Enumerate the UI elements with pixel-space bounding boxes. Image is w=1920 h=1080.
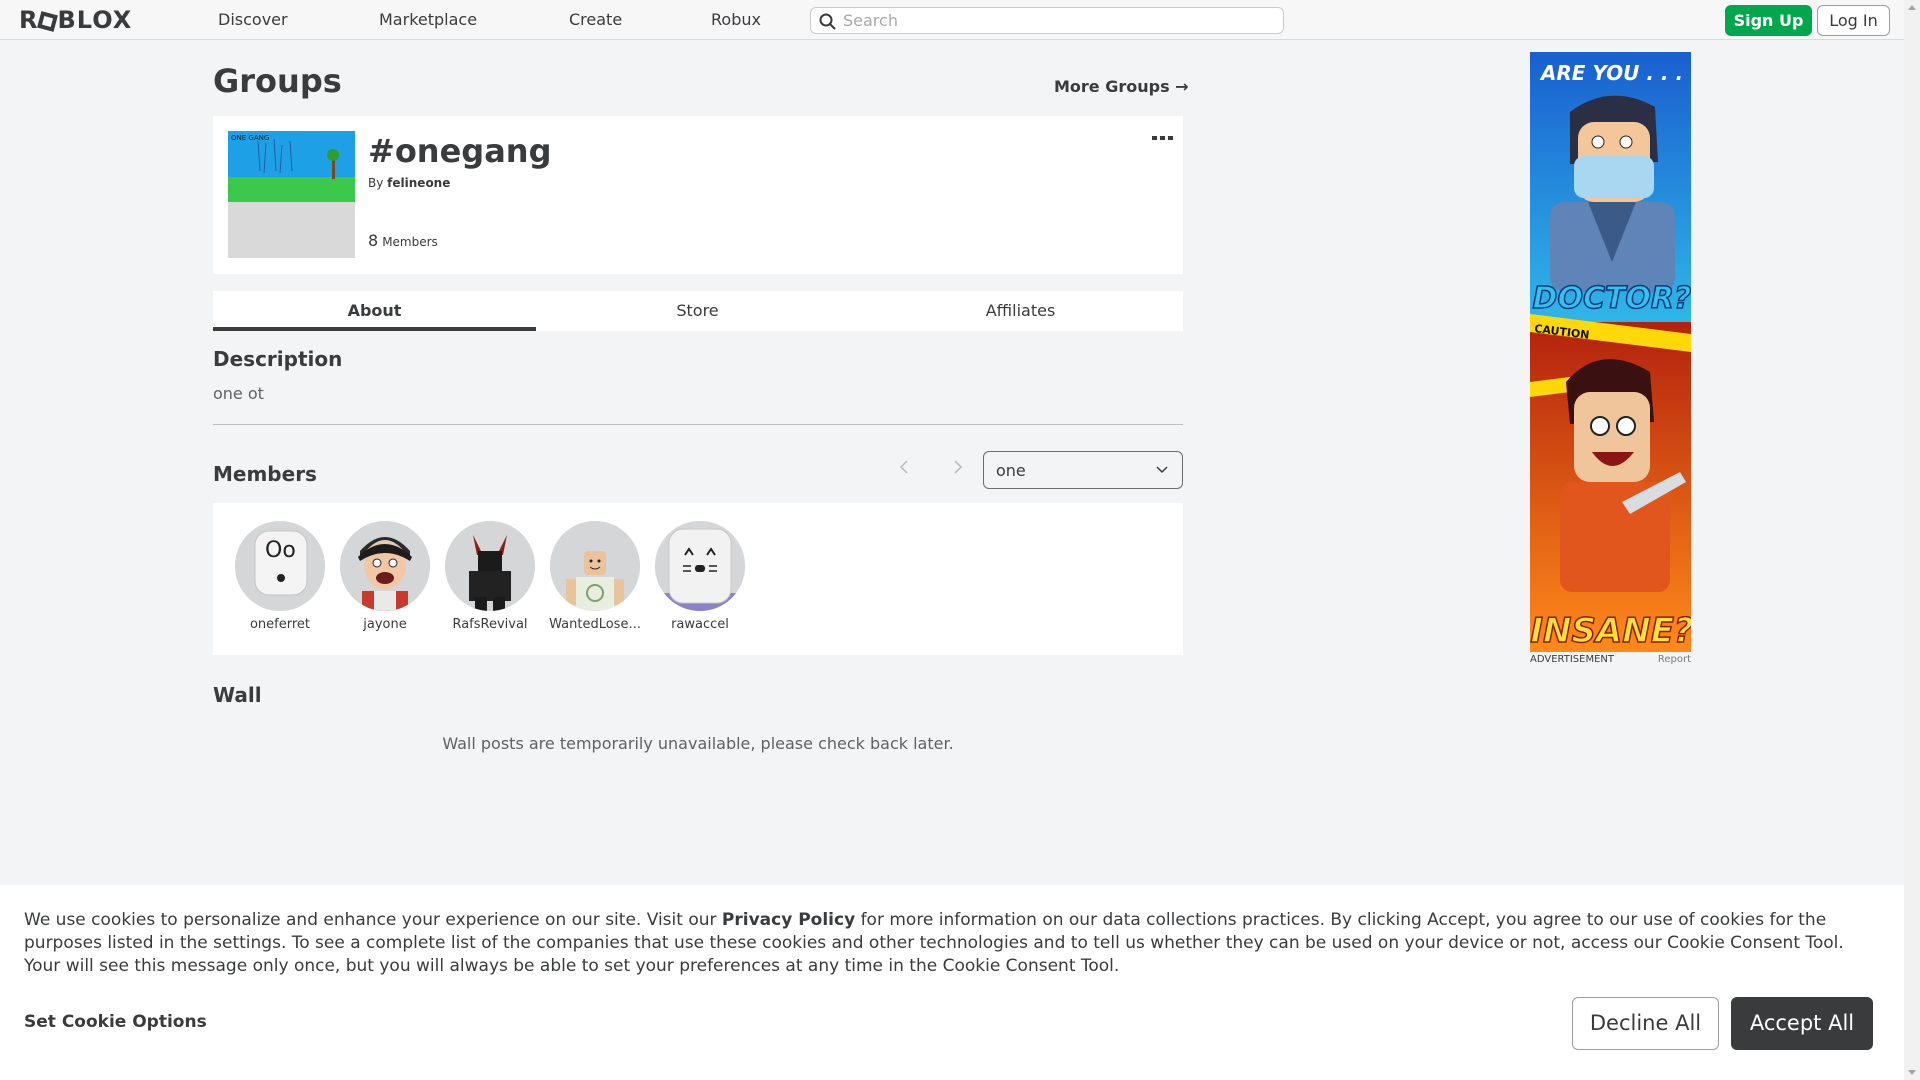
member-card[interactable]: rawaccel	[652, 521, 748, 641]
nav-create[interactable]: Create	[569, 0, 622, 40]
svg-text:INSANE?: INSANE?	[1530, 611, 1691, 651]
member-name: RafsRevival	[452, 617, 528, 632]
group-tabs: About Store Affiliates	[213, 291, 1183, 331]
svg-text:DOCTOR?: DOCTOR?	[1533, 281, 1691, 316]
member-avatar	[445, 521, 535, 611]
member-card[interactable]: WantedLose...	[547, 521, 643, 641]
search-box[interactable]	[810, 7, 1284, 34]
scroll-down-icon[interactable]	[1908, 1070, 1916, 1075]
group-emblem: ONE GANG	[228, 131, 355, 258]
svg-text:Oo: Oo	[265, 538, 296, 563]
decline-all-button[interactable]: Decline All	[1572, 997, 1719, 1050]
report-ad-link[interactable]: Report	[1658, 654, 1691, 665]
more-options-icon[interactable]	[1152, 132, 1174, 144]
roblox-logo[interactable]: R BLOX	[19, 7, 132, 33]
next-page-icon[interactable]	[948, 458, 966, 476]
group-owner-line: By felineone	[368, 176, 450, 190]
group-member-count: 8 Members	[368, 231, 438, 250]
advertisement-footer: ADVERTISEMENT Report	[1530, 654, 1691, 666]
nav-discover[interactable]: Discover	[218, 0, 288, 40]
member-name: rawaccel	[671, 617, 729, 632]
privacy-policy-link[interactable]: Privacy Policy	[722, 910, 855, 930]
page-scrollbar[interactable]	[1904, 0, 1920, 1080]
member-avatar	[550, 521, 640, 611]
member-card[interactable]: RafsRevival	[442, 521, 538, 641]
members-title: Members	[213, 462, 317, 486]
log-in-button[interactable]: Log In	[1817, 5, 1890, 36]
sign-up-button[interactable]: Sign Up	[1725, 5, 1812, 36]
search-input[interactable]	[843, 10, 1273, 31]
member-avatar: Oo	[235, 521, 325, 611]
group-owner-prefix: By	[368, 176, 384, 190]
description-title: Description	[213, 347, 343, 371]
cookie-consent-banner: We use cookies to personalize and enhanc…	[0, 885, 1904, 1080]
cookie-consent-text: We use cookies to personalize and enhanc…	[24, 909, 1884, 978]
advertisement-label: ADVERTISEMENT	[1530, 654, 1615, 665]
previous-page-icon[interactable]	[896, 458, 914, 476]
advertisement-image: ARE YOU . . . DOCTOR? CAUTION INSANE?	[1530, 52, 1691, 652]
group-name: #onegang	[368, 132, 552, 170]
wall-title: Wall	[213, 683, 262, 707]
wall-unavailable-message: Wall posts are temporarily unavailable, …	[442, 734, 954, 753]
scroll-up-icon[interactable]	[1908, 5, 1916, 10]
member-avatar	[655, 521, 745, 611]
tab-about[interactable]: About	[213, 291, 536, 331]
member-name: WantedLose...	[549, 617, 641, 632]
member-name: oneferret	[249, 617, 311, 632]
group-emblem-image: ONE GANG	[228, 131, 355, 258]
tab-affiliates[interactable]: Affiliates	[859, 291, 1182, 331]
nav-robux[interactable]: Robux	[711, 0, 761, 40]
role-dropdown-value: one	[996, 461, 1026, 480]
accept-all-button[interactable]: Accept All	[1731, 997, 1873, 1050]
members-list: Oo oneferret jayone RafsRevival WantedLo…	[213, 503, 1183, 655]
member-name: jayone	[363, 617, 407, 632]
cookie-text-part: We use cookies to personalize and enhanc…	[24, 910, 722, 930]
chevron-down-icon	[1156, 466, 1168, 474]
description-text: one ot	[213, 384, 264, 403]
role-dropdown[interactable]: one	[983, 451, 1183, 489]
nav-marketplace[interactable]: Marketplace	[379, 0, 477, 40]
member-avatar	[340, 521, 430, 611]
svg-text:ARE YOU . . .: ARE YOU . . .	[1539, 61, 1683, 85]
member-count-number: 8	[368, 231, 379, 250]
search-icon	[819, 13, 836, 30]
top-navigation-bar: R BLOX Discover Marketplace Create Robux …	[0, 0, 1904, 40]
member-card[interactable]: Oo oneferret	[232, 521, 328, 641]
member-count-label: Members	[382, 235, 438, 249]
advertisement-banner[interactable]: ARE YOU . . . DOCTOR? CAUTION INSANE?	[1530, 52, 1691, 652]
page-title: Groups	[213, 62, 342, 100]
member-card[interactable]: jayone	[337, 521, 433, 641]
section-divider	[213, 424, 1183, 425]
svg-text:ONE GANG: ONE GANG	[231, 134, 269, 142]
more-groups-link[interactable]: More Groups →	[1054, 77, 1189, 96]
group-owner-link[interactable]: felineone	[387, 176, 450, 190]
tab-store[interactable]: Store	[536, 291, 859, 331]
group-header-card: ONE GANG #onegang By felineone 8 Members	[213, 116, 1183, 274]
set-cookie-options-link[interactable]: Set Cookie Options	[24, 1012, 207, 1032]
